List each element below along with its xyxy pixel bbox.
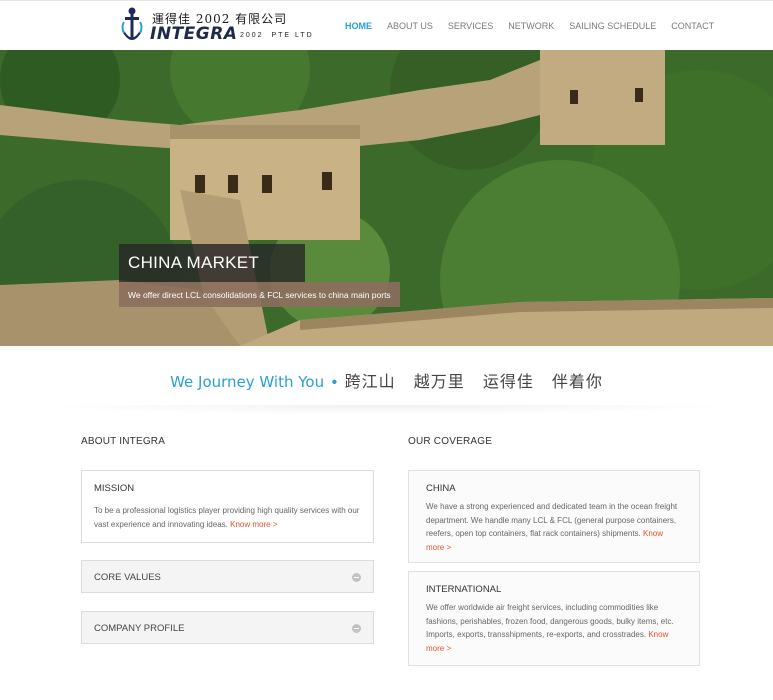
nav-services[interactable]: SERVICES xyxy=(448,21,493,31)
accordion-title: COMPANY PROFILE xyxy=(94,623,185,634)
logo-wordmark: INTEGRA xyxy=(150,24,238,44)
accordion-company-profile[interactable]: COMPANY PROFILE xyxy=(81,611,374,644)
tagline-separator: • xyxy=(331,374,338,391)
tagline-chinese: 跨江山 越万里 运得佳 伴着你 xyxy=(344,372,603,391)
coverage-body: We offer worldwide air freight services,… xyxy=(426,603,674,653)
coverage-title: INTERNATIONAL xyxy=(426,584,502,595)
collapse-icon xyxy=(352,624,361,633)
accordion-core-values[interactable]: CORE VALUES xyxy=(81,560,374,593)
hero-title: CHINA MARKET xyxy=(119,244,305,282)
mission-card: MISSION To be a professional logistics p… xyxy=(81,470,374,543)
anchor-logo-icon xyxy=(121,7,143,40)
coverage-card-china: CHINA We have a strong experienced and d… xyxy=(408,470,700,563)
coverage-card-international: INTERNATIONAL We offer worldwide air fre… xyxy=(408,571,700,666)
site-logo[interactable]: 運得佳 2002 有限公司 INTEGRA 2002 PTE LTD xyxy=(118,5,312,49)
tagline: We Journey With You • 跨江山 越万里 运得佳 伴着你 xyxy=(0,368,773,392)
about-heading: ABOUT INTEGRA xyxy=(81,436,166,447)
logo-suffix: 2002 PTE LTD xyxy=(240,32,314,39)
nav-sailing-schedule[interactable]: SAILING SCHEDULE xyxy=(569,21,656,31)
hero-subtitle: We offer direct LCL consolidations & FCL… xyxy=(119,282,400,307)
collapse-icon xyxy=(352,573,361,582)
mission-know-more-link[interactable]: Know more > xyxy=(230,520,277,529)
nav-contact[interactable]: CONTACT xyxy=(671,21,714,31)
site-header: 運得佳 2002 有限公司 INTEGRA 2002 PTE LTD HOME … xyxy=(0,0,773,50)
nav-home[interactable]: HOME xyxy=(345,21,372,31)
hero-banner: CHINA MARKET We offer direct LCL consoli… xyxy=(0,50,773,346)
coverage-body: We have a strong experienced and dedicat… xyxy=(426,502,678,552)
accordion-title: CORE VALUES xyxy=(94,572,161,583)
main-nav: HOME ABOUT US SERVICES NETWORK SAILING S… xyxy=(345,21,729,31)
coverage-heading: OUR COVERAGE xyxy=(408,436,493,447)
tagline-english: We Journey With You xyxy=(170,373,325,391)
section-divider xyxy=(30,405,743,415)
nav-network[interactable]: NETWORK xyxy=(508,21,554,31)
coverage-title: CHINA xyxy=(426,483,456,494)
nav-about-us[interactable]: ABOUT US xyxy=(387,21,433,31)
mission-body: To be a professional logistics player pr… xyxy=(94,506,360,529)
mission-title: MISSION xyxy=(94,483,135,494)
